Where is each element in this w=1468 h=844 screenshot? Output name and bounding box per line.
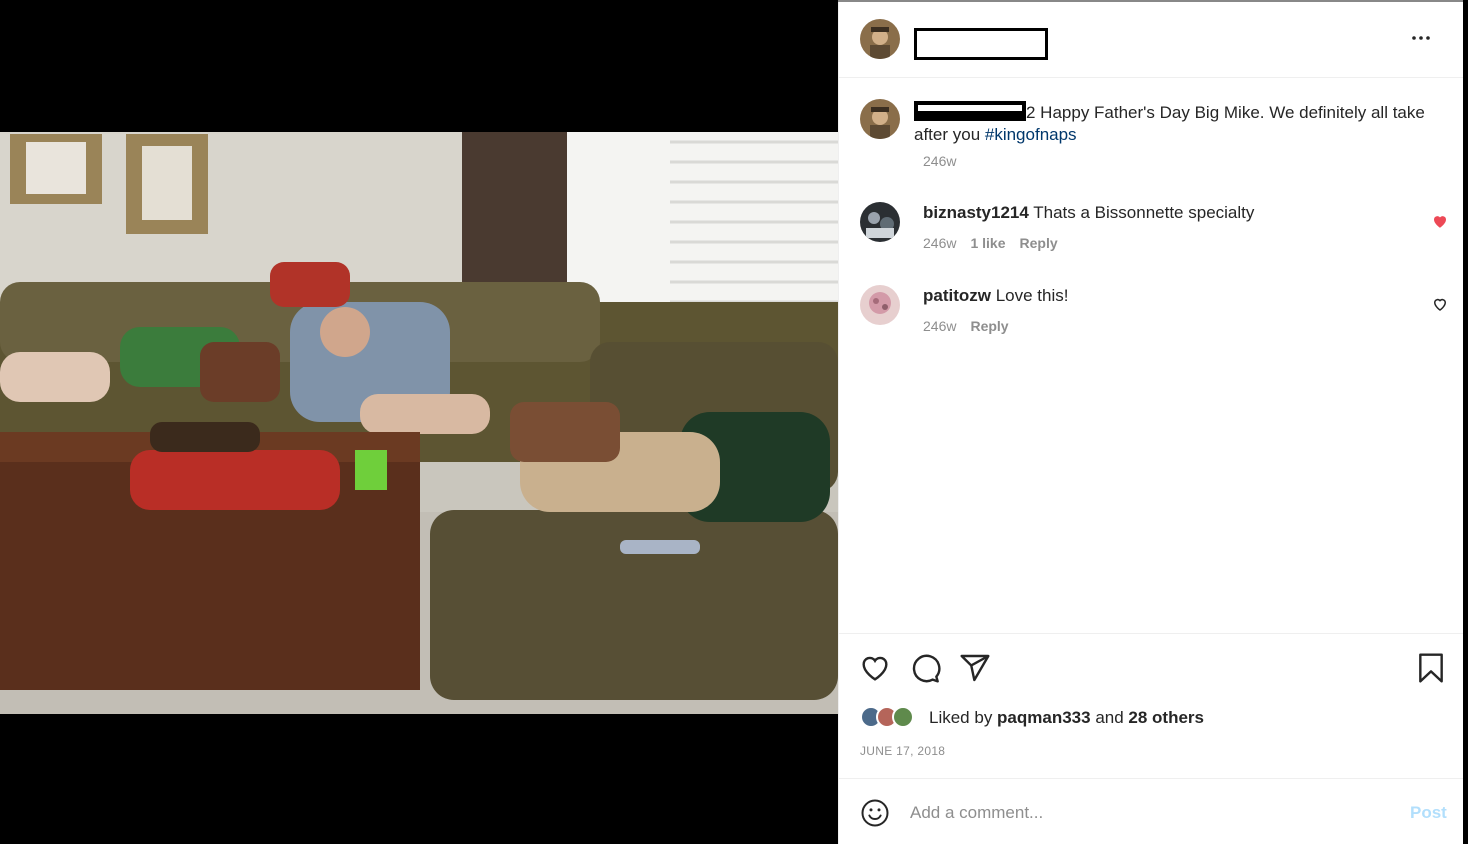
likes-others-link[interactable]: 28 others: [1128, 708, 1204, 727]
share-button[interactable]: [959, 652, 991, 684]
post-actions: Liked by paqman333 and 28 others JUNE 17…: [839, 633, 1464, 778]
comment-button[interactable]: [909, 652, 941, 684]
bookmark-icon: [1419, 653, 1443, 683]
share-icon: [960, 654, 990, 682]
comment-timestamp[interactable]: 246w: [923, 235, 956, 251]
redacted-caption-username: [914, 101, 1026, 121]
comment-avatar[interactable]: [860, 202, 900, 242]
photo-image: [0, 132, 838, 714]
comment-icon: [912, 654, 941, 683]
comment-avatar-image: [860, 285, 900, 325]
add-comment-bar: Post: [839, 778, 1464, 844]
post-comment-button[interactable]: Post: [1410, 803, 1447, 823]
reply-button[interactable]: Reply: [970, 318, 1008, 334]
liker-username[interactable]: paqman333: [997, 708, 1091, 727]
comment-meta: 246w 1 like Reply: [923, 235, 1072, 251]
caption-meta: 246w: [923, 153, 970, 169]
liker-avatar: [892, 706, 914, 728]
caption-avatar-image: [860, 99, 900, 139]
comment-timestamp[interactable]: 246w: [923, 318, 956, 334]
post-date[interactable]: JUNE 17, 2018: [860, 744, 945, 758]
more-icon: [1412, 36, 1430, 40]
comment-username[interactable]: biznasty1214: [923, 203, 1029, 222]
redacted-username: [914, 28, 1048, 60]
emoji-icon: [861, 799, 889, 827]
comment-like-button[interactable]: [1431, 212, 1449, 230]
window-right-edge: [1463, 0, 1468, 844]
hashtag-link[interactable]: #kingofnaps: [985, 125, 1077, 144]
post-side-panel: 2 Happy Father's Day Big Mike. We defini…: [838, 2, 1464, 844]
heart-outline-icon: [1433, 298, 1447, 311]
comment-meta: 246w Reply: [923, 318, 1023, 334]
comment-like-count[interactable]: 1 like: [970, 235, 1005, 251]
comment-avatar-image: [860, 202, 900, 242]
comment-avatar[interactable]: [860, 285, 900, 325]
likes-prefix: Liked by: [929, 708, 998, 727]
author-avatar[interactable]: [860, 19, 900, 59]
likes-summary: Liked by paqman333 and 28 others: [929, 708, 1204, 728]
comment-body: Love this!: [991, 286, 1069, 305]
comment-text: patitozw Love this!: [923, 285, 1438, 307]
comment-input[interactable]: [910, 799, 1390, 827]
comment-like-button[interactable]: [1431, 295, 1449, 313]
comment-text: biznasty1214 Thats a Bissonnette special…: [923, 202, 1438, 224]
emoji-button[interactable]: [860, 798, 890, 828]
post-header: [839, 2, 1464, 78]
post-media: [0, 0, 838, 844]
more-options-button[interactable]: [1409, 26, 1433, 50]
reply-button[interactable]: Reply: [1020, 235, 1058, 251]
caption-avatar[interactable]: [860, 99, 900, 139]
heart-icon: [862, 656, 888, 681]
comment-body: Thats a Bissonnette specialty: [1028, 203, 1255, 222]
post-photo[interactable]: [0, 132, 838, 714]
like-button[interactable]: [859, 652, 891, 684]
save-button[interactable]: [1415, 652, 1447, 684]
caption-timestamp[interactable]: 246w: [923, 153, 956, 169]
likes-conjunction: and: [1090, 708, 1129, 727]
comments-list: 2 Happy Father's Day Big Mike. We defini…: [839, 79, 1464, 633]
heart-filled-icon: [1434, 216, 1446, 228]
comment-username[interactable]: patitozw: [923, 286, 991, 305]
author-avatar-image: [860, 19, 900, 59]
caption-text: 2 Happy Father's Day Big Mike. We defini…: [914, 101, 1429, 146]
